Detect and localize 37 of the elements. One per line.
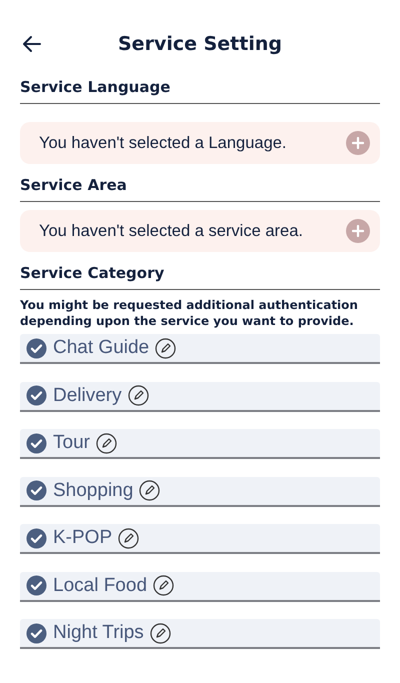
category-row[interactable]: Local Food	[20, 572, 380, 602]
category-label: Shopping	[53, 480, 134, 502]
category-row[interactable]: Tour	[20, 429, 380, 459]
checkbox[interactable]	[26, 385, 47, 406]
category-label: Tour	[53, 432, 90, 454]
category-label: Local Food	[53, 574, 148, 596]
plus-icon	[352, 137, 364, 149]
section-title: Service Category	[20, 252, 380, 290]
pencil-icon[interactable]	[128, 385, 149, 406]
checkbox[interactable]	[26, 432, 47, 454]
category-row[interactable]: Shopping	[20, 476, 380, 506]
empty-message: You haven't selected a Language.	[39, 134, 286, 152]
pencil-icon[interactable]	[96, 432, 117, 454]
pencil-icon[interactable]	[150, 622, 171, 644]
category-row[interactable]: Delivery	[20, 382, 380, 412]
pencil-icon[interactable]	[139, 480, 160, 501]
section-title: Service Area	[20, 164, 380, 202]
category-label: K-POP	[53, 527, 112, 549]
checkbox[interactable]	[26, 622, 47, 644]
category-label: Delivery	[53, 384, 122, 406]
plus-icon	[352, 225, 364, 237]
category-row[interactable]: Chat Guide	[20, 334, 380, 364]
category-row[interactable]: K-POP	[20, 524, 380, 554]
category-label: Night Trips	[53, 622, 144, 644]
category-label: Chat Guide	[53, 337, 150, 359]
checkbox[interactable]	[26, 480, 47, 501]
checkbox[interactable]	[26, 575, 47, 596]
category-row[interactable]: Night Trips	[20, 619, 380, 649]
pencil-icon[interactable]	[153, 575, 174, 596]
pencil-icon[interactable]	[155, 338, 176, 358]
section-title: Service Language	[20, 66, 380, 104]
checkbox[interactable]	[26, 528, 47, 548]
pencil-icon[interactable]	[118, 528, 140, 548]
page-title: Service Setting	[118, 33, 282, 55]
empty-message: You haven't selected a service area.	[39, 222, 303, 240]
category-note: You might be requested additional authentication depending upon the service you want to provide.	[20, 297, 359, 329]
checkbox[interactable]	[26, 338, 47, 358]
